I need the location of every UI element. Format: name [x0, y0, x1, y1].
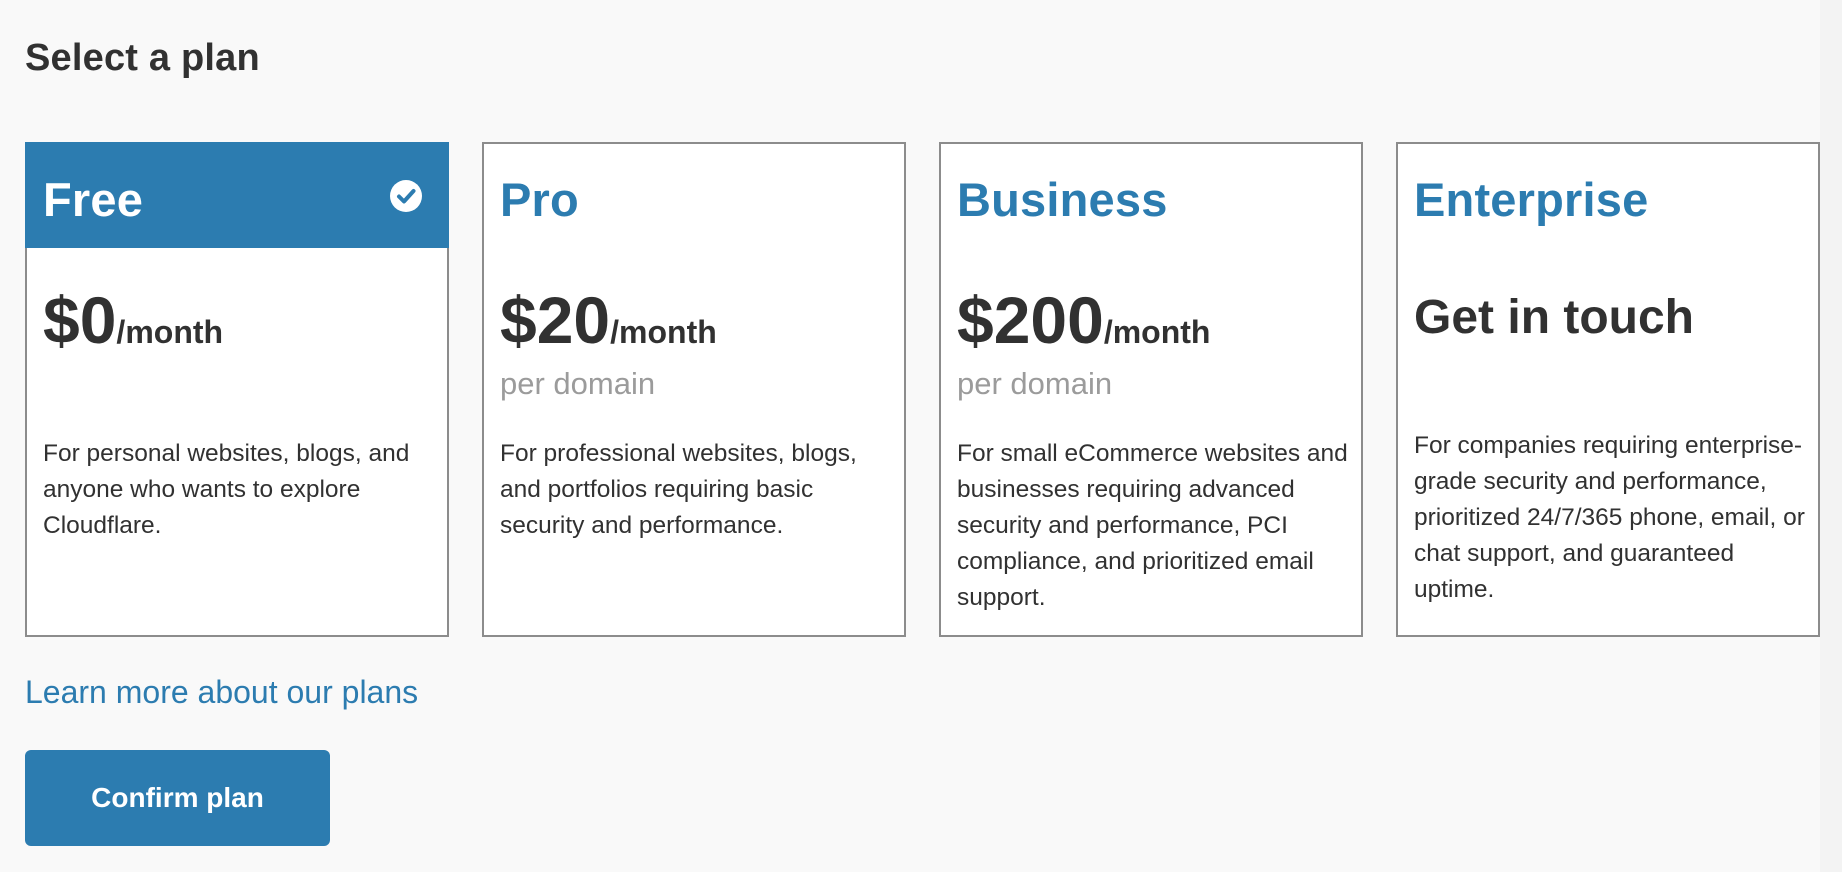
price-unit: /month [116, 314, 224, 350]
confirm-plan-button[interactable]: Confirm plan [25, 750, 330, 846]
plan-selection-page: Select a plan Free $0/month For personal… [0, 0, 1820, 872]
plan-header: Pro [484, 144, 904, 248]
plan-name: Pro [500, 173, 579, 226]
plan-header: Business [941, 144, 1361, 248]
plan-card-free[interactable]: Free $0/month For personal websites, blo… [25, 142, 449, 637]
price-amount: $200 [957, 283, 1104, 357]
price-amount: $20 [500, 283, 611, 357]
contact-text: Get in touch [1414, 291, 1694, 344]
price-unit: /month [610, 314, 717, 350]
plan-description: For small eCommerce websites and busines… [957, 440, 1348, 611]
plan-description: For companies requiring enterprise-grade… [1414, 432, 1805, 603]
plan-header: Free [25, 142, 449, 248]
plan-description: For professional websites, blogs, and po… [500, 440, 857, 539]
price-subtext: per domain [500, 366, 656, 401]
plan-description: For personal websites, blogs, and anyone… [43, 440, 410, 539]
plan-card-enterprise[interactable]: Enterprise Get in touch For companies re… [1396, 142, 1820, 637]
price-amount: $0 [43, 283, 117, 357]
plan-name: Enterprise [1414, 173, 1649, 226]
plan-header: Enterprise [1398, 144, 1818, 248]
plan-card-pro[interactable]: Pro $20/month per domain For professiona… [482, 142, 906, 637]
plan-card-business[interactable]: Business $200/month per domain For small… [939, 142, 1363, 637]
plan-list: Free $0/month For personal websites, blo… [25, 142, 1820, 637]
plan-price: $200/month [957, 282, 1210, 358]
plan-price: $0/month [43, 282, 223, 358]
price-unit: /month [1103, 314, 1211, 350]
plan-price: $20/month [500, 282, 717, 358]
check-circle-icon [390, 180, 422, 212]
plan-name: Business [957, 173, 1168, 226]
page-title: Select a plan [25, 37, 260, 80]
scrollbar-track[interactable] [1820, 0, 1842, 872]
plan-name: Free [43, 173, 144, 226]
price-subtext: per domain [957, 366, 1113, 401]
learn-more-link[interactable]: Learn more about our plans [25, 674, 418, 711]
